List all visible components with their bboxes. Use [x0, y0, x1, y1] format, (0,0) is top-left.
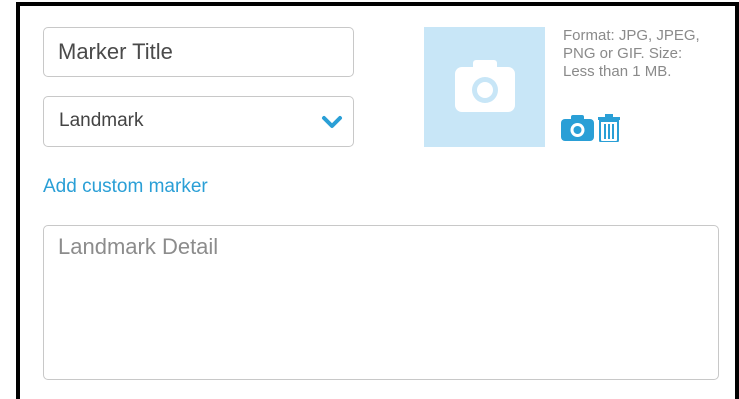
photo-placeholder: [424, 27, 545, 147]
upload-photo-camera-icon[interactable]: [561, 115, 594, 141]
add-custom-marker-link[interactable]: Add custom marker: [43, 176, 208, 198]
camera-icon: [455, 60, 515, 112]
marker-title-input[interactable]: [43, 27, 354, 77]
landmark-detail-textarea[interactable]: [43, 225, 719, 380]
marker-type-selected-value: Landmark: [59, 110, 144, 131]
delete-photo-trash-icon[interactable]: [598, 114, 620, 142]
marker-type-select[interactable]: Landmark: [43, 96, 354, 147]
photo-format-hint: Format: JPG, JPEG, PNG or GIF. Size: Les…: [563, 27, 700, 80]
chevron-down-icon: [322, 116, 342, 128]
